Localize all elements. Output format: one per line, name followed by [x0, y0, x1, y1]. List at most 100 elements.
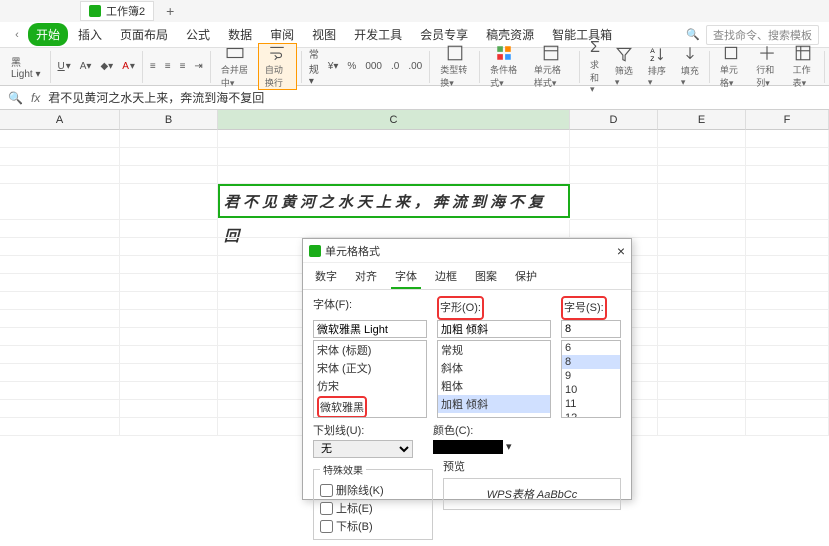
menu-data[interactable]: 数据 [220, 23, 260, 46]
menu-vip[interactable]: 会员专享 [412, 23, 476, 46]
cell[interactable] [746, 274, 829, 292]
cell[interactable] [746, 418, 829, 436]
menu-dev[interactable]: 开发工具 [346, 23, 410, 46]
cell[interactable] [658, 220, 746, 238]
cell[interactable] [0, 310, 120, 328]
cell[interactable] [570, 130, 658, 148]
underline-button[interactable]: U▾ [55, 59, 74, 74]
align-left-button[interactable]: ≡ [147, 59, 159, 74]
cell[interactable] [570, 220, 658, 238]
menu-aitools[interactable]: 智能工具箱 [544, 23, 620, 46]
zoom-icon[interactable]: 🔍 [8, 91, 23, 105]
dec-decimal-button[interactable]: .00 [405, 59, 425, 74]
size-option[interactable]: 9 [562, 369, 620, 383]
cell[interactable] [570, 148, 658, 166]
close-icon[interactable]: × [617, 243, 625, 259]
cell[interactable] [746, 220, 829, 238]
cell[interactable] [570, 166, 658, 184]
size-option[interactable]: 6 [562, 341, 620, 355]
cell[interactable] [120, 184, 218, 220]
cell[interactable] [658, 310, 746, 328]
size-option[interactable]: 10 [562, 383, 620, 397]
style-option[interactable]: 加粗 倾斜 [438, 395, 550, 413]
cell[interactable] [746, 328, 829, 346]
filter-button[interactable]: 筛选▾ [609, 45, 639, 88]
cell[interactable] [658, 238, 746, 256]
cell[interactable] [658, 382, 746, 400]
cell[interactable] [120, 148, 218, 166]
cell[interactable] [0, 400, 120, 418]
cell-button[interactable]: 单元格▾ [714, 44, 747, 89]
cell[interactable] [658, 148, 746, 166]
font-option[interactable]: 仿宋 [314, 377, 426, 395]
rowcol-button[interactable]: 行和列▾ [750, 44, 783, 89]
font-input[interactable] [313, 320, 427, 338]
selected-cell[interactable]: 君不见黄河之水天上来，奔流到海不复回 [218, 184, 570, 218]
cell[interactable] [658, 346, 746, 364]
cell[interactable] [658, 184, 746, 220]
size-option[interactable]: 8 [562, 355, 620, 369]
tab-align[interactable]: 对齐 [351, 265, 381, 289]
font-option[interactable]: 微软雅黑 [314, 395, 426, 418]
cell[interactable] [658, 274, 746, 292]
indent-button[interactable]: ⇥ [191, 59, 205, 74]
cell[interactable] [0, 418, 120, 436]
cell[interactable] [218, 166, 570, 184]
col-header-e[interactable]: E [658, 110, 746, 130]
menu-formula[interactable]: 公式 [178, 23, 218, 46]
color-picker[interactable] [433, 440, 503, 454]
subscript-checkbox[interactable] [320, 520, 333, 533]
cell[interactable] [746, 256, 829, 274]
menu-chevron-icon[interactable]: ‹ [8, 26, 26, 44]
cell[interactable] [746, 364, 829, 382]
cell[interactable] [120, 346, 218, 364]
cell[interactable] [658, 292, 746, 310]
cell[interactable] [120, 364, 218, 382]
cell[interactable] [658, 328, 746, 346]
cell[interactable] [0, 382, 120, 400]
cell[interactable] [658, 166, 746, 184]
dialog-titlebar[interactable]: 单元格格式 × [303, 239, 631, 263]
cell[interactable] [218, 220, 570, 238]
cell[interactable] [658, 256, 746, 274]
cell[interactable] [746, 148, 829, 166]
cell[interactable] [0, 148, 120, 166]
wrap-text-button[interactable]: 自动换行 [258, 43, 297, 90]
cell[interactable] [120, 256, 218, 274]
size-option[interactable]: 11 [562, 397, 620, 411]
cell[interactable] [0, 220, 120, 238]
cell[interactable] [120, 220, 218, 238]
cell-style-button[interactable]: 单元格样式▾ [528, 44, 575, 89]
number-format-select[interactable]: 常规 ▾ [306, 44, 322, 89]
cell[interactable] [658, 400, 746, 418]
cell[interactable] [746, 238, 829, 256]
size-option[interactable]: 12 [562, 411, 620, 418]
cell[interactable] [120, 418, 218, 436]
size-input[interactable] [561, 320, 621, 338]
menu-view[interactable]: 视图 [304, 23, 344, 46]
percent-button[interactable]: % [344, 59, 359, 74]
tab-number[interactable]: 数字 [311, 265, 341, 289]
cell[interactable] [0, 130, 120, 148]
cell[interactable] [0, 256, 120, 274]
file-tab[interactable]: 工作簿2 [80, 1, 154, 21]
size-list[interactable]: 6 8 9 10 11 12 [561, 340, 621, 418]
fill-color-button[interactable]: ◆▾ [97, 59, 116, 74]
cell[interactable] [746, 130, 829, 148]
cell[interactable] [570, 184, 658, 220]
cell[interactable] [746, 400, 829, 418]
cell[interactable] [0, 184, 120, 220]
cell[interactable] [0, 346, 120, 364]
col-header-a[interactable]: A [0, 110, 120, 130]
cell[interactable] [0, 364, 120, 382]
fill-button[interactable]: 填充▾ [675, 45, 705, 88]
cell[interactable] [746, 166, 829, 184]
cell[interactable] [746, 346, 829, 364]
new-tab-button[interactable]: + [160, 3, 180, 19]
cell[interactable] [0, 292, 120, 310]
cell[interactable] [218, 130, 570, 148]
align-right-button[interactable]: ≡ [177, 59, 189, 74]
merge-center-button[interactable]: 合并居中▾ [215, 44, 255, 89]
menu-start[interactable]: 开始 [28, 23, 68, 46]
strikethrough-checkbox[interactable] [320, 484, 333, 497]
